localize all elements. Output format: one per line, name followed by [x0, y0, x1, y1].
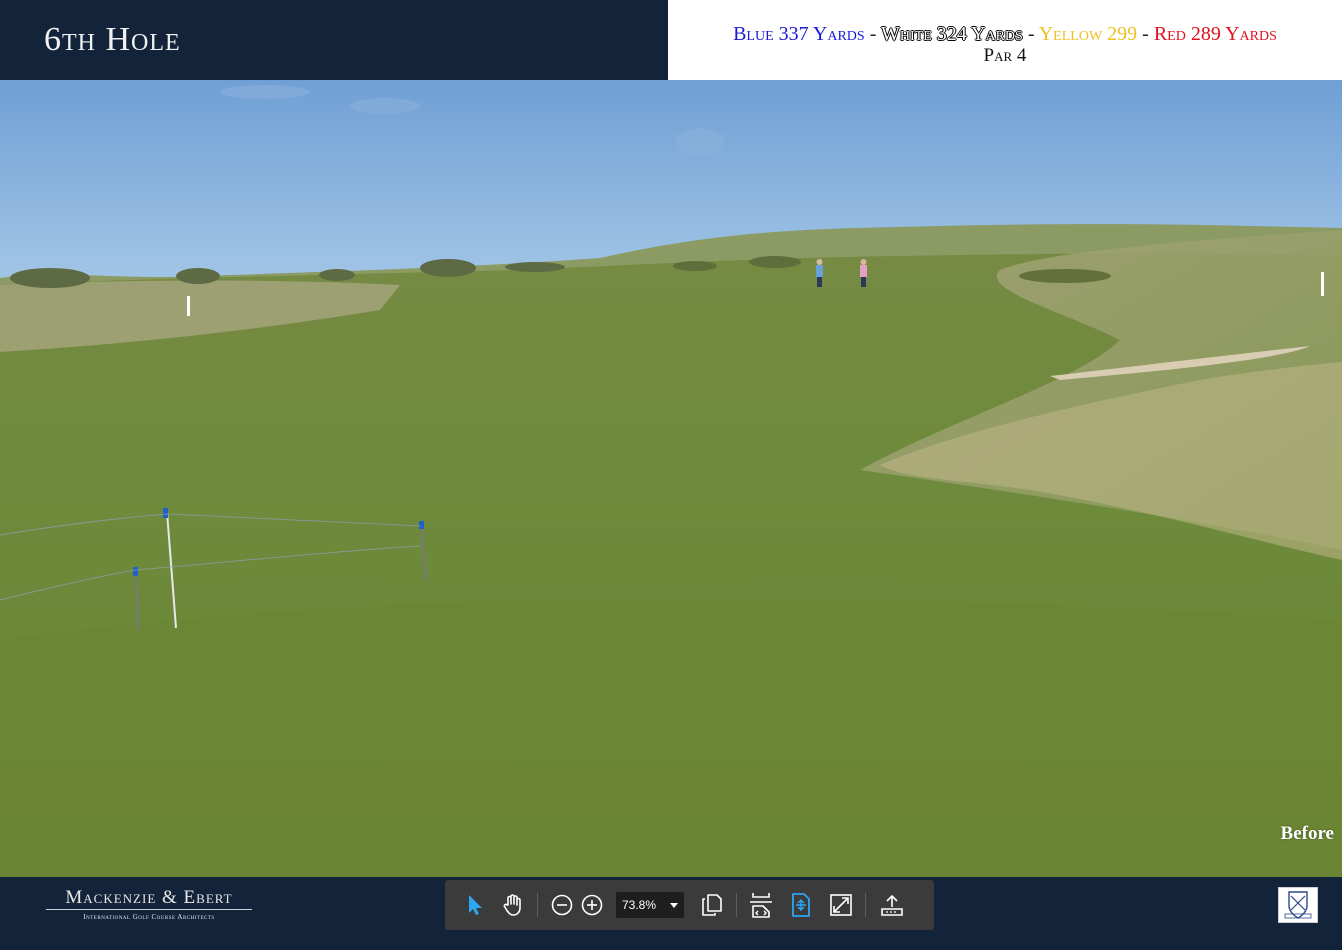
- tee-yellow-yardage: Yellow 299: [1038, 23, 1138, 45]
- share-icon: [881, 894, 903, 916]
- hand-tool-icon: [503, 894, 521, 916]
- photo-caption: Before: [1280, 823, 1334, 844]
- select-tool-button[interactable]: [461, 891, 489, 919]
- title-bar: 6th Hole: [0, 0, 668, 80]
- zoom-in-icon: [581, 894, 603, 916]
- tee-yardages: Blue 337 Yards - White 324 Yards - Yello…: [668, 22, 1342, 46]
- fit-width-button[interactable]: [747, 891, 775, 919]
- toolbar-divider: [736, 893, 737, 917]
- tee-separator: -: [1022, 23, 1039, 45]
- tee-separator: -: [1137, 23, 1154, 45]
- fit-page-icon: [792, 893, 810, 917]
- zoom-value: 73.8%: [622, 898, 657, 912]
- page-view-button[interactable]: [698, 891, 726, 919]
- tee-blue-yardage: Blue 337 Yards: [733, 23, 865, 45]
- page-view-icon: [702, 894, 722, 916]
- hole-title: 6th Hole: [44, 21, 181, 58]
- tee-separator: -: [864, 23, 881, 45]
- zoom-out-button[interactable]: [548, 891, 576, 919]
- pdf-toolbar: 73.8%: [445, 880, 934, 930]
- tee-red-yardage: Red 289 Yards: [1153, 23, 1277, 45]
- toolbar-divider: [537, 893, 538, 917]
- zoom-in-button[interactable]: [578, 891, 606, 919]
- hole-info-panel: Blue 337 Yards - White 324 Yards - Yello…: [668, 0, 1342, 80]
- toolbar-divider: [865, 893, 866, 917]
- crest-icon: [1284, 891, 1312, 919]
- logo-main-text: Mackenzie & Ebert: [46, 887, 252, 910]
- golf-hole-image: [0, 80, 1342, 877]
- tee-white-yardage: White 324 Yards: [881, 23, 1023, 45]
- club-crest-logo: [1278, 887, 1318, 923]
- hand-tool-button[interactable]: [499, 891, 527, 919]
- select-tool-icon: [469, 895, 482, 915]
- par-value: Par 4: [983, 45, 1027, 66]
- hole-photo: Before: [0, 80, 1342, 877]
- zoom-dropdown-icon: [670, 902, 678, 908]
- fullscreen-button[interactable]: [827, 891, 855, 919]
- footer-bar: Mackenzie & Ebert International Golf Cou…: [0, 877, 1342, 950]
- architect-logo: Mackenzie & Ebert International Golf Cou…: [46, 887, 252, 923]
- zoom-out-icon: [551, 894, 573, 916]
- zoom-level-dropdown[interactable]: 73.8%: [616, 892, 684, 918]
- logo-sub-text: International Golf Course Architects: [83, 913, 215, 921]
- fit-width-icon: [750, 893, 772, 918]
- fit-page-button[interactable]: [787, 891, 815, 919]
- fullscreen-icon: [830, 894, 852, 916]
- share-button[interactable]: [878, 891, 906, 919]
